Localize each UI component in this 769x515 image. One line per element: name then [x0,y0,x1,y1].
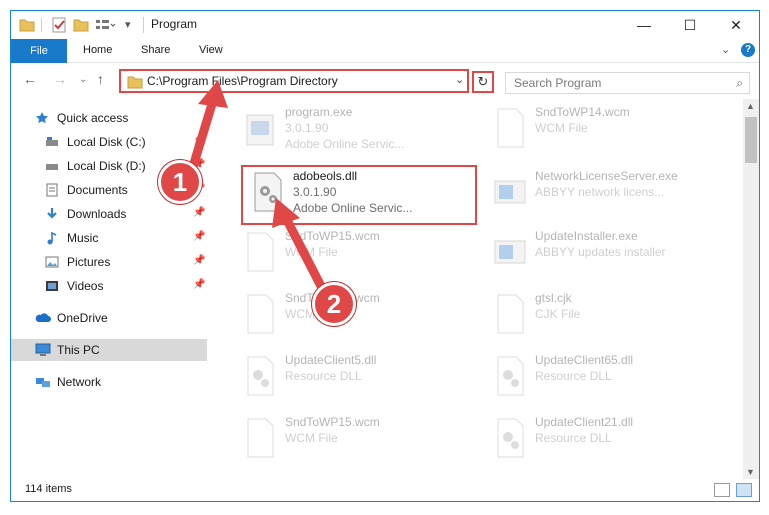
step-1-badge: 1 [158,160,202,204]
arrow-1-head [198,80,228,108]
arrow-1-shaft [187,102,217,172]
annotation-arrows [187,80,329,295]
step-2-badge: 2 [312,282,356,326]
arrow-2-shaft [283,219,329,295]
